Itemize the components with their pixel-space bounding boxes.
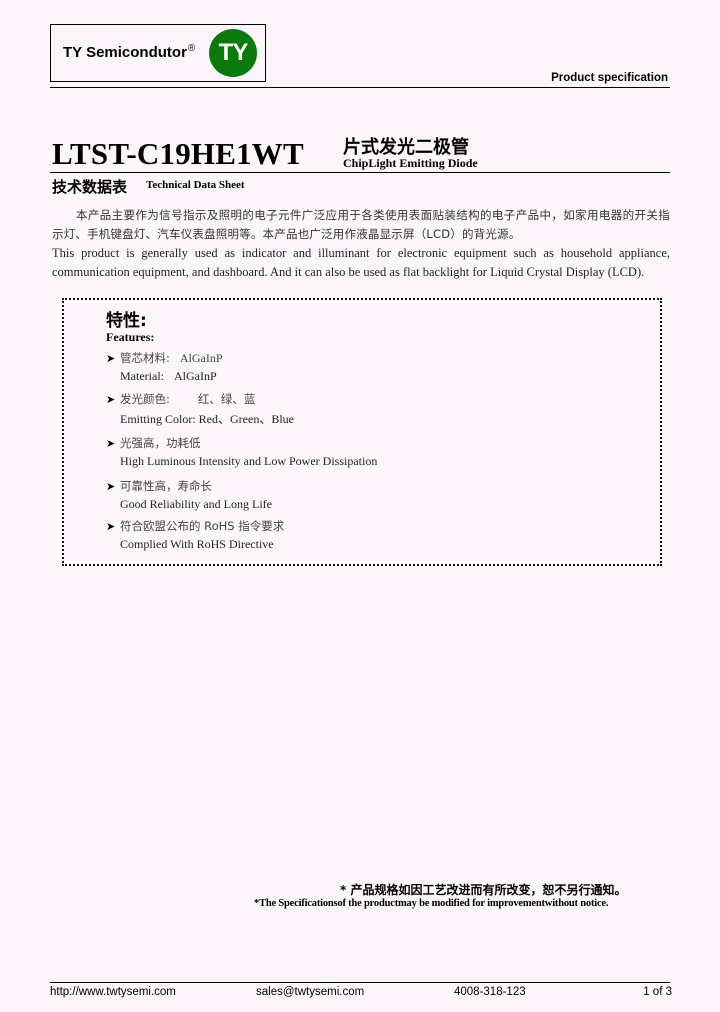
ty-logo-icon: TY bbox=[209, 29, 257, 77]
features-heading-en: Features: bbox=[106, 330, 155, 344]
header-divider bbox=[50, 87, 670, 88]
arrow-bullet-icon: ➤ bbox=[106, 521, 116, 533]
footer-email-link[interactable]: sales@twtysemi.com bbox=[256, 986, 364, 998]
company-name: TY Semicondutor® bbox=[63, 43, 196, 61]
features-box: 特性: Features: ➤ 管芯材料: AlGaInP Material: AlG… bbox=[62, 298, 662, 566]
arrow-bullet-icon: ➤ bbox=[106, 394, 116, 406]
sheet-title-en: Technical Data Sheet bbox=[146, 179, 245, 191]
footer-website-link[interactable]: http://www.twtysemi.com bbox=[50, 986, 176, 998]
feature-item-color: ➤ 发光颜色: 红、绿、蓝 Emitting Color: Red、Green、Bl… bbox=[106, 392, 294, 426]
arrow-bullet-icon: ➤ bbox=[106, 353, 116, 365]
intro-section: 本产品主要作为信号指示及照明的电子元件广泛应用于各类使用表面贴装结构的电子产品中… bbox=[52, 206, 670, 282]
arrow-bullet-icon: ➤ bbox=[106, 438, 116, 450]
notice-en: *The Specificationsof the productmay be … bbox=[254, 898, 609, 909]
title-divider bbox=[50, 172, 670, 173]
arrow-bullet-icon: ➤ bbox=[106, 481, 116, 493]
footer-divider bbox=[50, 982, 670, 983]
intro-text-en: This product is generally used as indica… bbox=[52, 246, 670, 279]
registered-mark: ® bbox=[187, 43, 196, 54]
feature-item-rohs: ➤ 符合欧盟公布的 RoHS 指令要求 Complied With RoHS Di… bbox=[106, 519, 285, 551]
document-type: Product specification bbox=[551, 72, 668, 84]
feature-item-intensity: ➤ 光强高，功耗低 High Luminous Intensity and Low… bbox=[106, 436, 378, 468]
features-heading-cn: 特性: bbox=[106, 311, 147, 331]
company-logo: TY Semicondutor® TY bbox=[50, 24, 266, 82]
feature-item-reliability: ➤ 可靠性高，寿命长 Good Reliability and Long Life bbox=[106, 479, 272, 511]
sheet-title-cn: 技术数据表 bbox=[52, 178, 128, 196]
part-number: LTST-C19HE1WT bbox=[52, 136, 304, 171]
feature-item-material: ➤ 管芯材料: AlGaInP Material: AlGaInP bbox=[106, 351, 223, 383]
page-number: 1 of 3 bbox=[643, 986, 672, 998]
footer-phone: 4008-318-123 bbox=[454, 986, 526, 998]
product-name-en: ChipLight Emitting Diode bbox=[343, 156, 478, 170]
notice-cn: * 产品规格如因工艺改进而有所改变，恕不另行通知。 bbox=[340, 883, 627, 897]
intro-text-cn: 本产品主要作为信号指示及照明的电子元件广泛应用于各类使用表面贴装结构的电子产品中… bbox=[52, 208, 670, 241]
